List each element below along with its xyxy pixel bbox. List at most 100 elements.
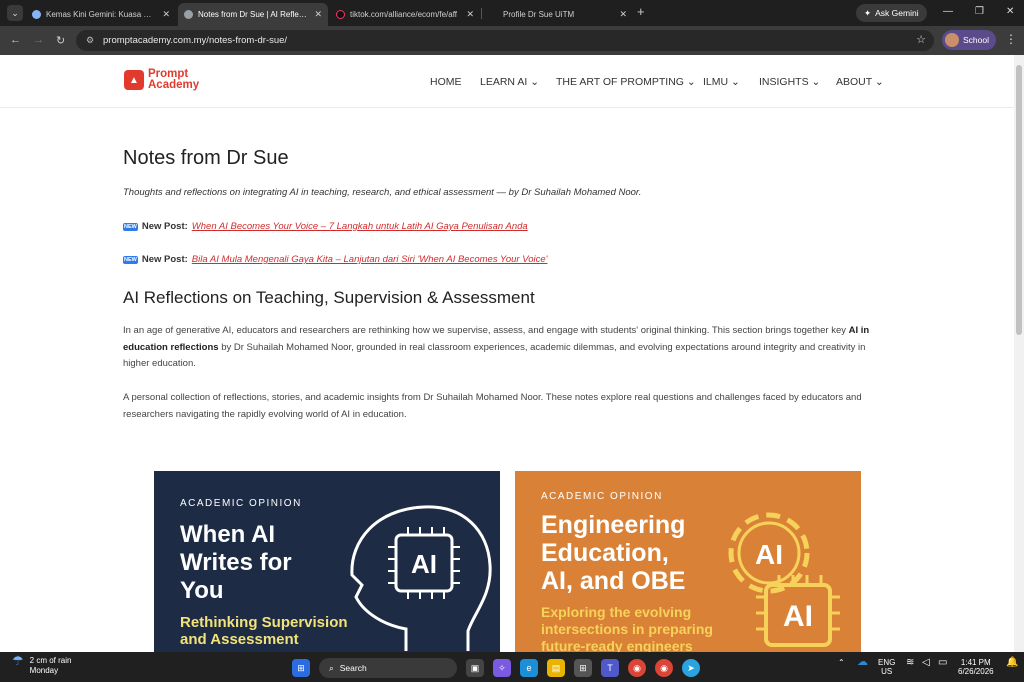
collection-paragraph: A personal collection of reflections, st…	[123, 392, 862, 420]
chevron-down-icon: ⌄	[686, 76, 696, 88]
weather-widget[interactable]: ☂ 2 cm of rain Monday	[12, 654, 72, 676]
search-label: Search	[339, 663, 367, 673]
url-field[interactable]: ⚙ promptacademy.com.my/notes-from-dr-sue…	[76, 30, 934, 51]
language-indicator[interactable]: ENG US	[878, 658, 895, 676]
file-explorer-icon[interactable]: ▤	[547, 659, 565, 677]
chevron-down-icon: ⌄	[874, 76, 884, 88]
back-arrow-icon[interactable]: ←	[10, 34, 21, 46]
card-subtitle-line: future-ready engineers	[541, 638, 693, 652]
avatar	[945, 33, 959, 47]
new-post-link-2[interactable]: Bila AI Mula Mengenali Gaya Kita – Lanju…	[192, 254, 548, 265]
intro-paragraph: In an age of generative AI, educators an…	[123, 323, 891, 373]
site-header: ▲ Prompt Academy HOME LEARN AI ⌄ THE ART…	[0, 55, 1014, 108]
language-line1: ENG	[878, 658, 896, 667]
more-menu-icon[interactable]: ⋮	[1005, 32, 1017, 46]
card-subtitle-line: Exploring the evolving	[541, 604, 692, 620]
nav-art-of-prompting[interactable]: THE ART OF PROMPTING ⌄	[556, 76, 696, 88]
language-line2: US	[881, 667, 893, 676]
nav-ilmu[interactable]: ILMU ⌄	[703, 76, 740, 88]
tab-title: Kemas Kini Gemini: Kuasa Bahasa	[46, 10, 157, 19]
logo-cap-icon: ▲	[124, 70, 144, 90]
globe-icon	[184, 10, 193, 19]
close-icon[interactable]: ✕	[466, 9, 474, 20]
tab-gemini[interactable]: Kemas Kini Gemini: Kuasa Bahasa ✕	[26, 3, 176, 26]
section-title: AI Reflections on Teaching, Supervision …	[123, 288, 535, 307]
new-post-label: New Post:	[141, 221, 188, 232]
intro-text-a: In an age of generative AI, educators an…	[123, 325, 849, 336]
card-kicker: ACADEMIC OPINION	[180, 498, 302, 509]
tab-search-button[interactable]: ⌄	[7, 5, 23, 21]
battery-icon[interactable]: ▭	[938, 658, 947, 668]
windows-start-icon[interactable]: ⊞	[292, 659, 310, 677]
bookmark-star-icon[interactable]: ☆	[916, 33, 926, 46]
volume-icon[interactable]: ◁	[922, 658, 930, 668]
tab-profile-dr-sue[interactable]: Profile Dr Sue UiTM ✕	[483, 3, 633, 26]
close-icon[interactable]: ✕	[314, 9, 322, 20]
address-bar-row: ← → ↻ ⚙ promptacademy.com.my/notes-from-…	[0, 26, 1024, 55]
reload-icon[interactable]: ↻	[56, 34, 65, 47]
store-icon[interactable]: ⊞	[574, 659, 592, 677]
taskbar-search[interactable]: ⌕ Search	[319, 658, 457, 678]
page-scrollbar[interactable]	[1014, 55, 1024, 652]
teams-icon[interactable]: T	[601, 659, 619, 677]
ask-gemini-label: Ask Gemini	[875, 8, 919, 18]
new-badge-icon: NEW	[123, 255, 138, 264]
clock-date: 6/26/2026	[958, 667, 994, 676]
chevron-down-icon: ⌄	[530, 76, 540, 88]
tray-overflow-icon[interactable]: ⌃	[838, 658, 845, 667]
ask-gemini-button[interactable]: ✦ Ask Gemini	[856, 4, 927, 22]
site-logo[interactable]: ▲ Prompt Academy	[124, 68, 200, 91]
chrome-profile-icon[interactable]: ◉	[655, 659, 673, 677]
close-window-icon[interactable]: ✕	[1006, 6, 1014, 17]
tab-divider	[481, 8, 482, 19]
scrollbar-thumb[interactable]	[1016, 65, 1022, 335]
nav-label: THE ART OF PROMPTING	[556, 76, 684, 88]
nav-about[interactable]: ABOUT ⌄	[836, 76, 884, 88]
intro-text-b: by Dr Suhailah Mohamed Noor, grounded in…	[123, 341, 866, 370]
page-lead: Thoughts and reflections on integrating …	[123, 187, 642, 198]
minimize-icon[interactable]: —	[943, 6, 953, 17]
new-tab-button[interactable]: +	[637, 4, 645, 19]
tab-tiktok[interactable]: tiktok.com/alliance/ecom/fe/aff ✕	[330, 3, 480, 26]
profile-label: School	[963, 35, 989, 45]
chrome-icon[interactable]: ◉	[628, 659, 646, 677]
close-icon[interactable]: ✕	[619, 9, 627, 20]
card-title-line: When AI	[180, 521, 276, 548]
telegram-icon[interactable]: ➤	[682, 659, 700, 677]
forward-arrow-icon[interactable]: →	[33, 34, 44, 46]
gear-chip-icon: AI AI	[728, 512, 840, 647]
notification-bell-icon[interactable]: 🔔	[1006, 658, 1018, 668]
article-card-engineering-education[interactable]: ACADEMIC OPINION Engineering Education, …	[515, 471, 861, 652]
card-subtitle-line: intersections in preparing	[541, 621, 713, 637]
card-subtitle-line: Rethinking Supervision	[180, 614, 348, 631]
page-title: Notes from Dr Sue	[123, 147, 289, 169]
gear-ai-label: AI	[755, 539, 783, 570]
new-post-link-1[interactable]: When AI Becomes Your Voice – 7 Langkah u…	[192, 221, 528, 232]
clock[interactable]: 1:41 PM 6/26/2026	[958, 658, 994, 676]
new-post-2: NEW New Post: Bila AI Mula Mengenali Gay…	[123, 254, 547, 265]
task-view-icon[interactable]: ▣	[466, 659, 484, 677]
weather-line1: 2 cm of rain	[29, 656, 72, 665]
nav-learn-ai[interactable]: LEARN AI ⌄	[480, 76, 539, 88]
tab-notes-from-dr-sue[interactable]: Notes from Dr Sue | AI Reflections ✕	[178, 3, 328, 26]
edge-icon[interactable]: e	[520, 659, 538, 677]
weather-line2: Monday	[29, 666, 59, 675]
taskbar-apps: ⊞ ⌕ Search ▣ ✧ e ▤ ⊞ T ◉ ◉ ➤	[292, 658, 700, 678]
site-info-icon[interactable]: ⚙	[86, 35, 97, 46]
close-icon[interactable]: ✕	[162, 9, 170, 20]
restore-icon[interactable]: ❐	[975, 6, 984, 17]
tab-title: tiktok.com/alliance/ecom/fe/aff	[350, 10, 458, 19]
clock-time: 1:41 PM	[960, 658, 991, 667]
nav-home[interactable]: HOME	[430, 76, 462, 88]
chip-ai-label: AI	[411, 549, 437, 579]
head-chip-icon: AI	[350, 505, 492, 651]
copilot-icon[interactable]: ✧	[493, 659, 511, 677]
article-card-when-ai-writes[interactable]: ACADEMIC OPINION When AI Writes for You …	[154, 471, 500, 652]
profile-button[interactable]: School	[942, 30, 996, 50]
new-post-1: NEW New Post: When AI Becomes Your Voice…	[123, 221, 528, 232]
onedrive-icon[interactable]: ☁	[857, 657, 868, 668]
nav-insights[interactable]: INSIGHTS ⌄	[759, 76, 820, 88]
card-title-line: You	[180, 577, 224, 604]
logo-text-line2: Academy	[148, 79, 200, 91]
wifi-icon[interactable]: ≋	[906, 658, 914, 668]
